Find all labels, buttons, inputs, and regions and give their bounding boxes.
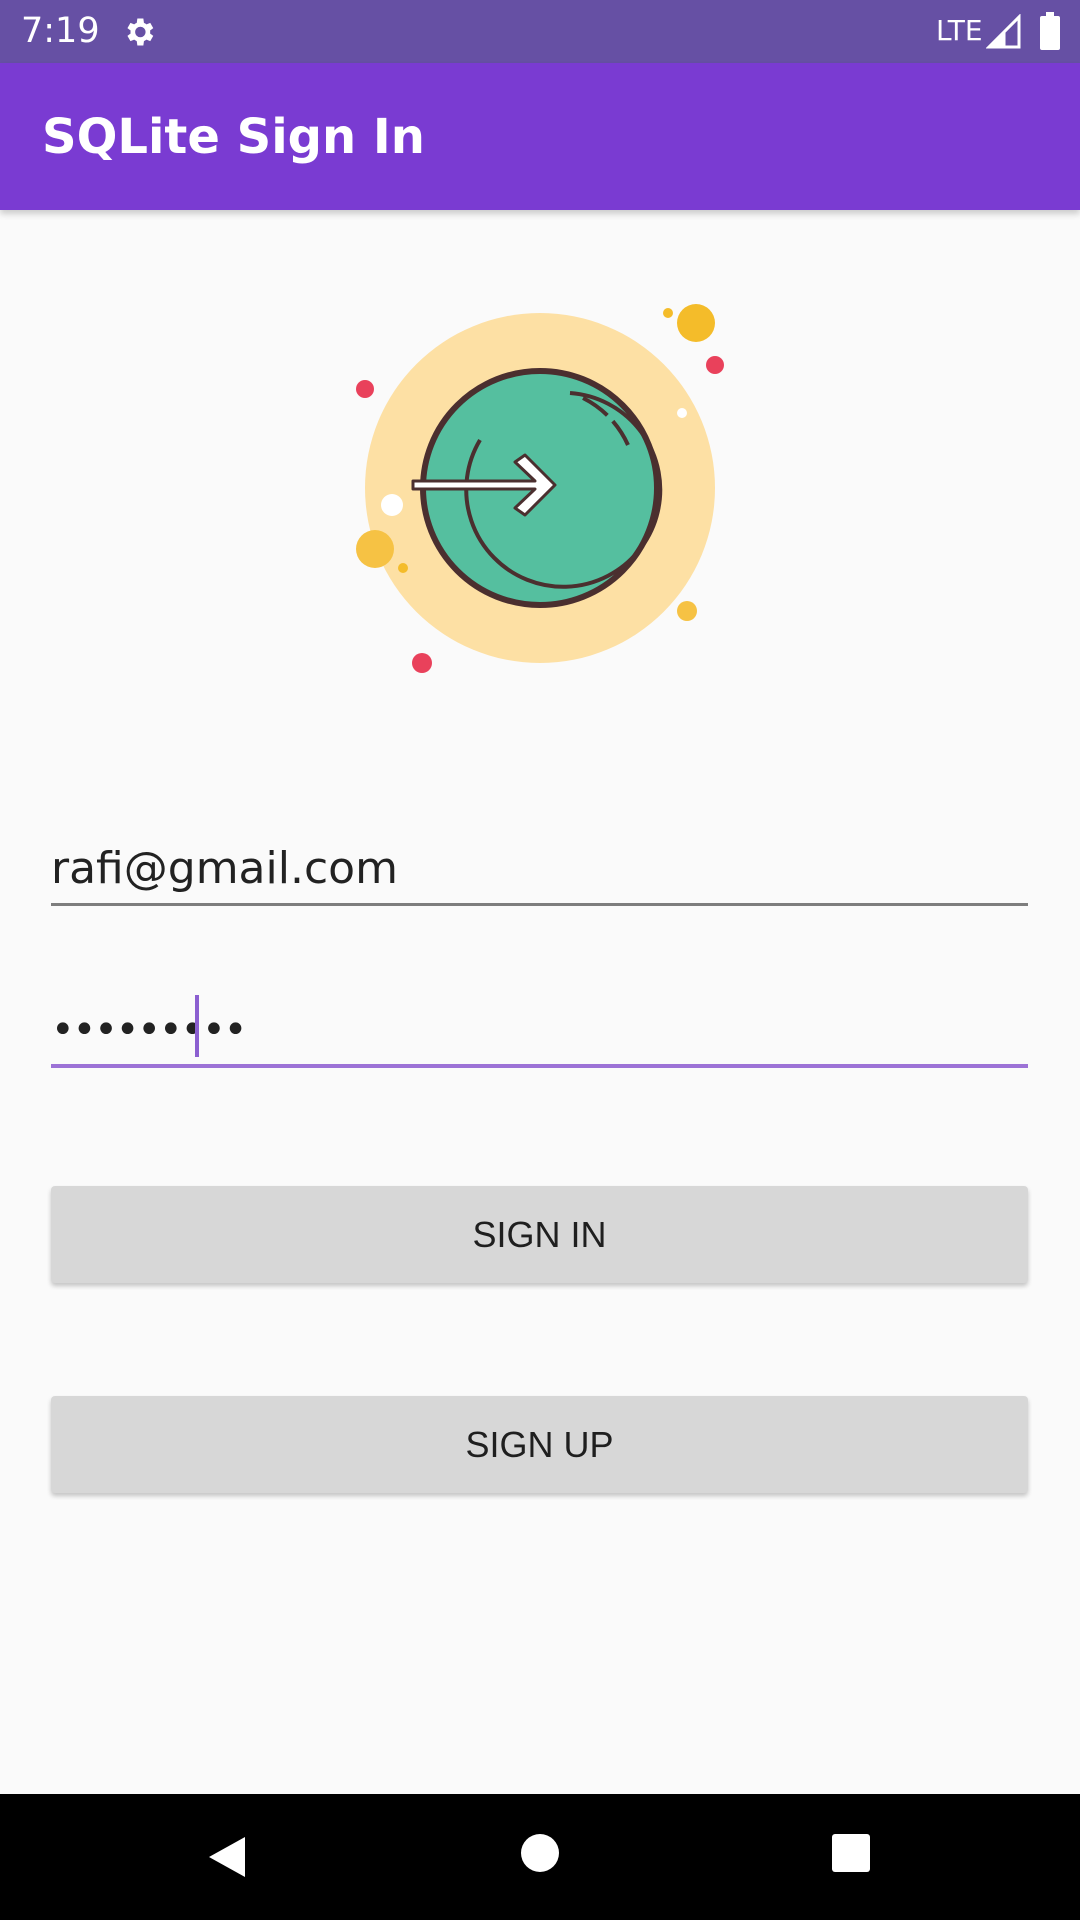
battery-icon	[1040, 12, 1060, 50]
sign-in-button[interactable]: SIGN IN	[51, 1186, 1028, 1283]
home-icon[interactable]	[519, 1832, 561, 1874]
app-bar: SQLite Sign In	[0, 63, 1080, 210]
sign-in-arrow-icon	[356, 304, 724, 673]
password-masked-value: •••••••••	[51, 1007, 247, 1053]
password-field-underline	[51, 1064, 1028, 1068]
status-bar: 7:19 LTE	[0, 0, 1080, 63]
recents-icon[interactable]	[830, 1832, 872, 1874]
back-icon[interactable]	[205, 1834, 247, 1880]
text-cursor	[195, 995, 199, 1057]
sign-up-button[interactable]: SIGN UP	[51, 1396, 1028, 1493]
gear-icon	[127, 18, 154, 46]
status-time: 7:19	[21, 11, 100, 51]
signal-icon	[986, 14, 1021, 49]
email-field-underline	[51, 903, 1028, 906]
navigation-bar	[0, 1794, 1080, 1920]
email-field[interactable]	[51, 833, 1028, 903]
network-type-label: LTE	[936, 14, 983, 47]
app-title: SQLite Sign In	[42, 109, 425, 165]
